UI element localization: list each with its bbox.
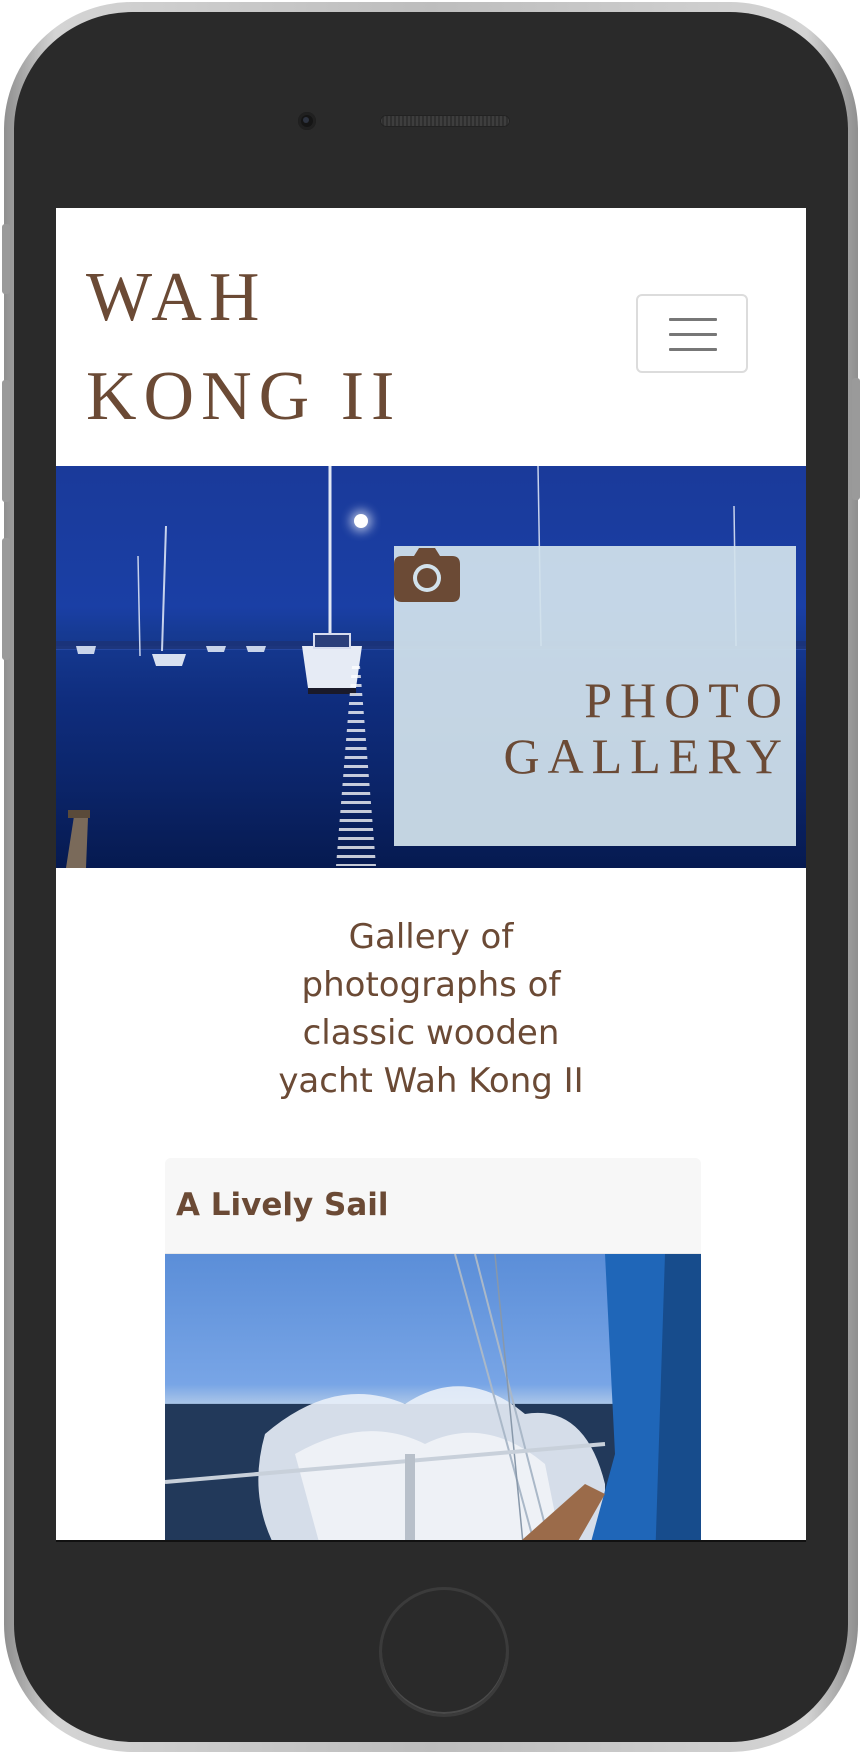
earpiece-speaker [380, 115, 510, 127]
hero-heading-line-1: PHOTO [584, 672, 790, 728]
menu-toggle-button[interactable] [636, 294, 748, 373]
volume-down-button [2, 538, 10, 660]
gallery-card-title[interactable]: A Lively Sail [176, 1185, 690, 1225]
site-title-line-2[interactable]: KONG II [86, 347, 401, 446]
site-title-line-1[interactable]: WAH [86, 248, 401, 347]
hero-overlay-card: PHOTO GALLERY [394, 546, 796, 846]
hero-heading-line-2: GALLERY [503, 728, 790, 784]
moon [354, 514, 368, 528]
gallery-card-header: A Lively Sail [165, 1158, 701, 1254]
volume-up-button [2, 380, 10, 502]
camera-icon [394, 548, 460, 602]
site-title[interactable]: WAH KONG II [86, 248, 401, 446]
sailing-wake-image [165, 1254, 701, 1540]
gallery-intro-text-content: Gallery of photographs of classic wooden… [278, 917, 584, 1101]
gallery-card-photo[interactable] [165, 1254, 701, 1540]
gallery-card[interactable]: A Lively Sail [165, 1158, 701, 1540]
phone-screen: WAH KONG II PHOTO GALLERY Gallery of pho… [56, 208, 806, 1542]
power-button [852, 378, 860, 500]
home-button [379, 1587, 509, 1717]
mute-switch [2, 224, 10, 294]
hero-banner: PHOTO GALLERY [56, 466, 806, 868]
gallery-intro-text: Gallery of photographs of classic wooden… [56, 913, 806, 1105]
hero-heading: PHOTO GALLERY [503, 672, 790, 784]
front-camera [298, 112, 316, 130]
